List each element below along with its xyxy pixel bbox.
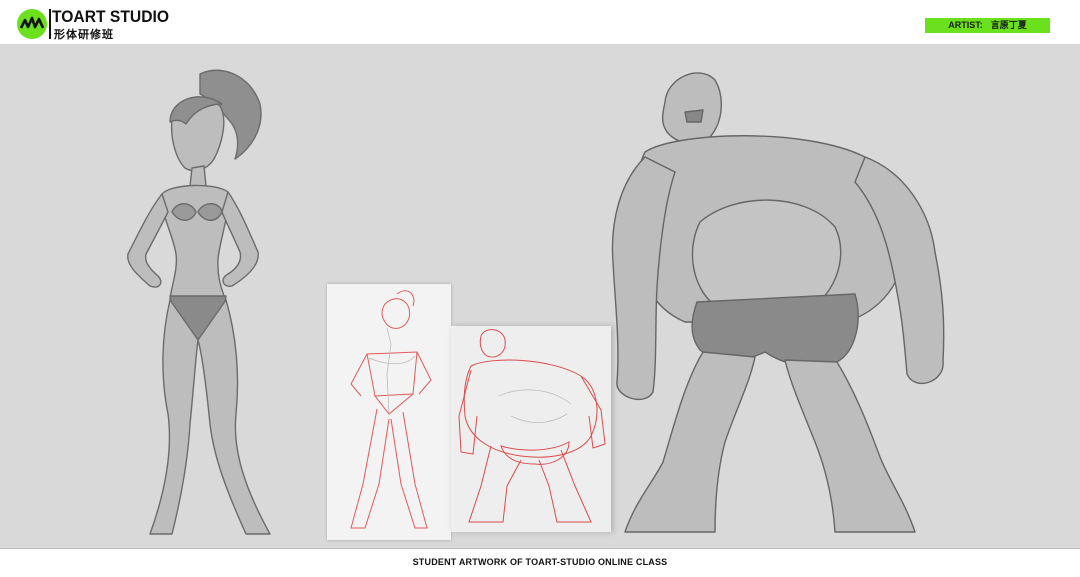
header-bar: TOART STUDIO 形体研修班 ARTIST: 言原丁夏 [0,0,1080,44]
footer-bar: STUDENT ARTWORK OF TOART-STUDIO ONLINE C… [0,548,1080,577]
toart-logo-icon [17,9,47,39]
ogre-sketch-panel [451,326,611,532]
woman-figure [127,69,271,535]
artist-label: ARTIST: [948,20,983,30]
brand-title: TOART STUDIO [52,7,170,26]
artist-name: 言原丁夏 [990,20,1027,30]
footer-caption: STUDENT ARTWORK OF TOART-STUDIO ONLINE C… [412,557,668,567]
ogre-figure [611,72,945,533]
woman-sketch-panel [327,284,451,540]
ogre-sketch [458,329,606,523]
logo-divider [49,9,51,39]
artist-badge: ARTIST: 言原丁夏 [925,18,1050,33]
brand-subtitle: 形体研修班 [54,29,114,41]
woman-sketch [350,290,432,529]
